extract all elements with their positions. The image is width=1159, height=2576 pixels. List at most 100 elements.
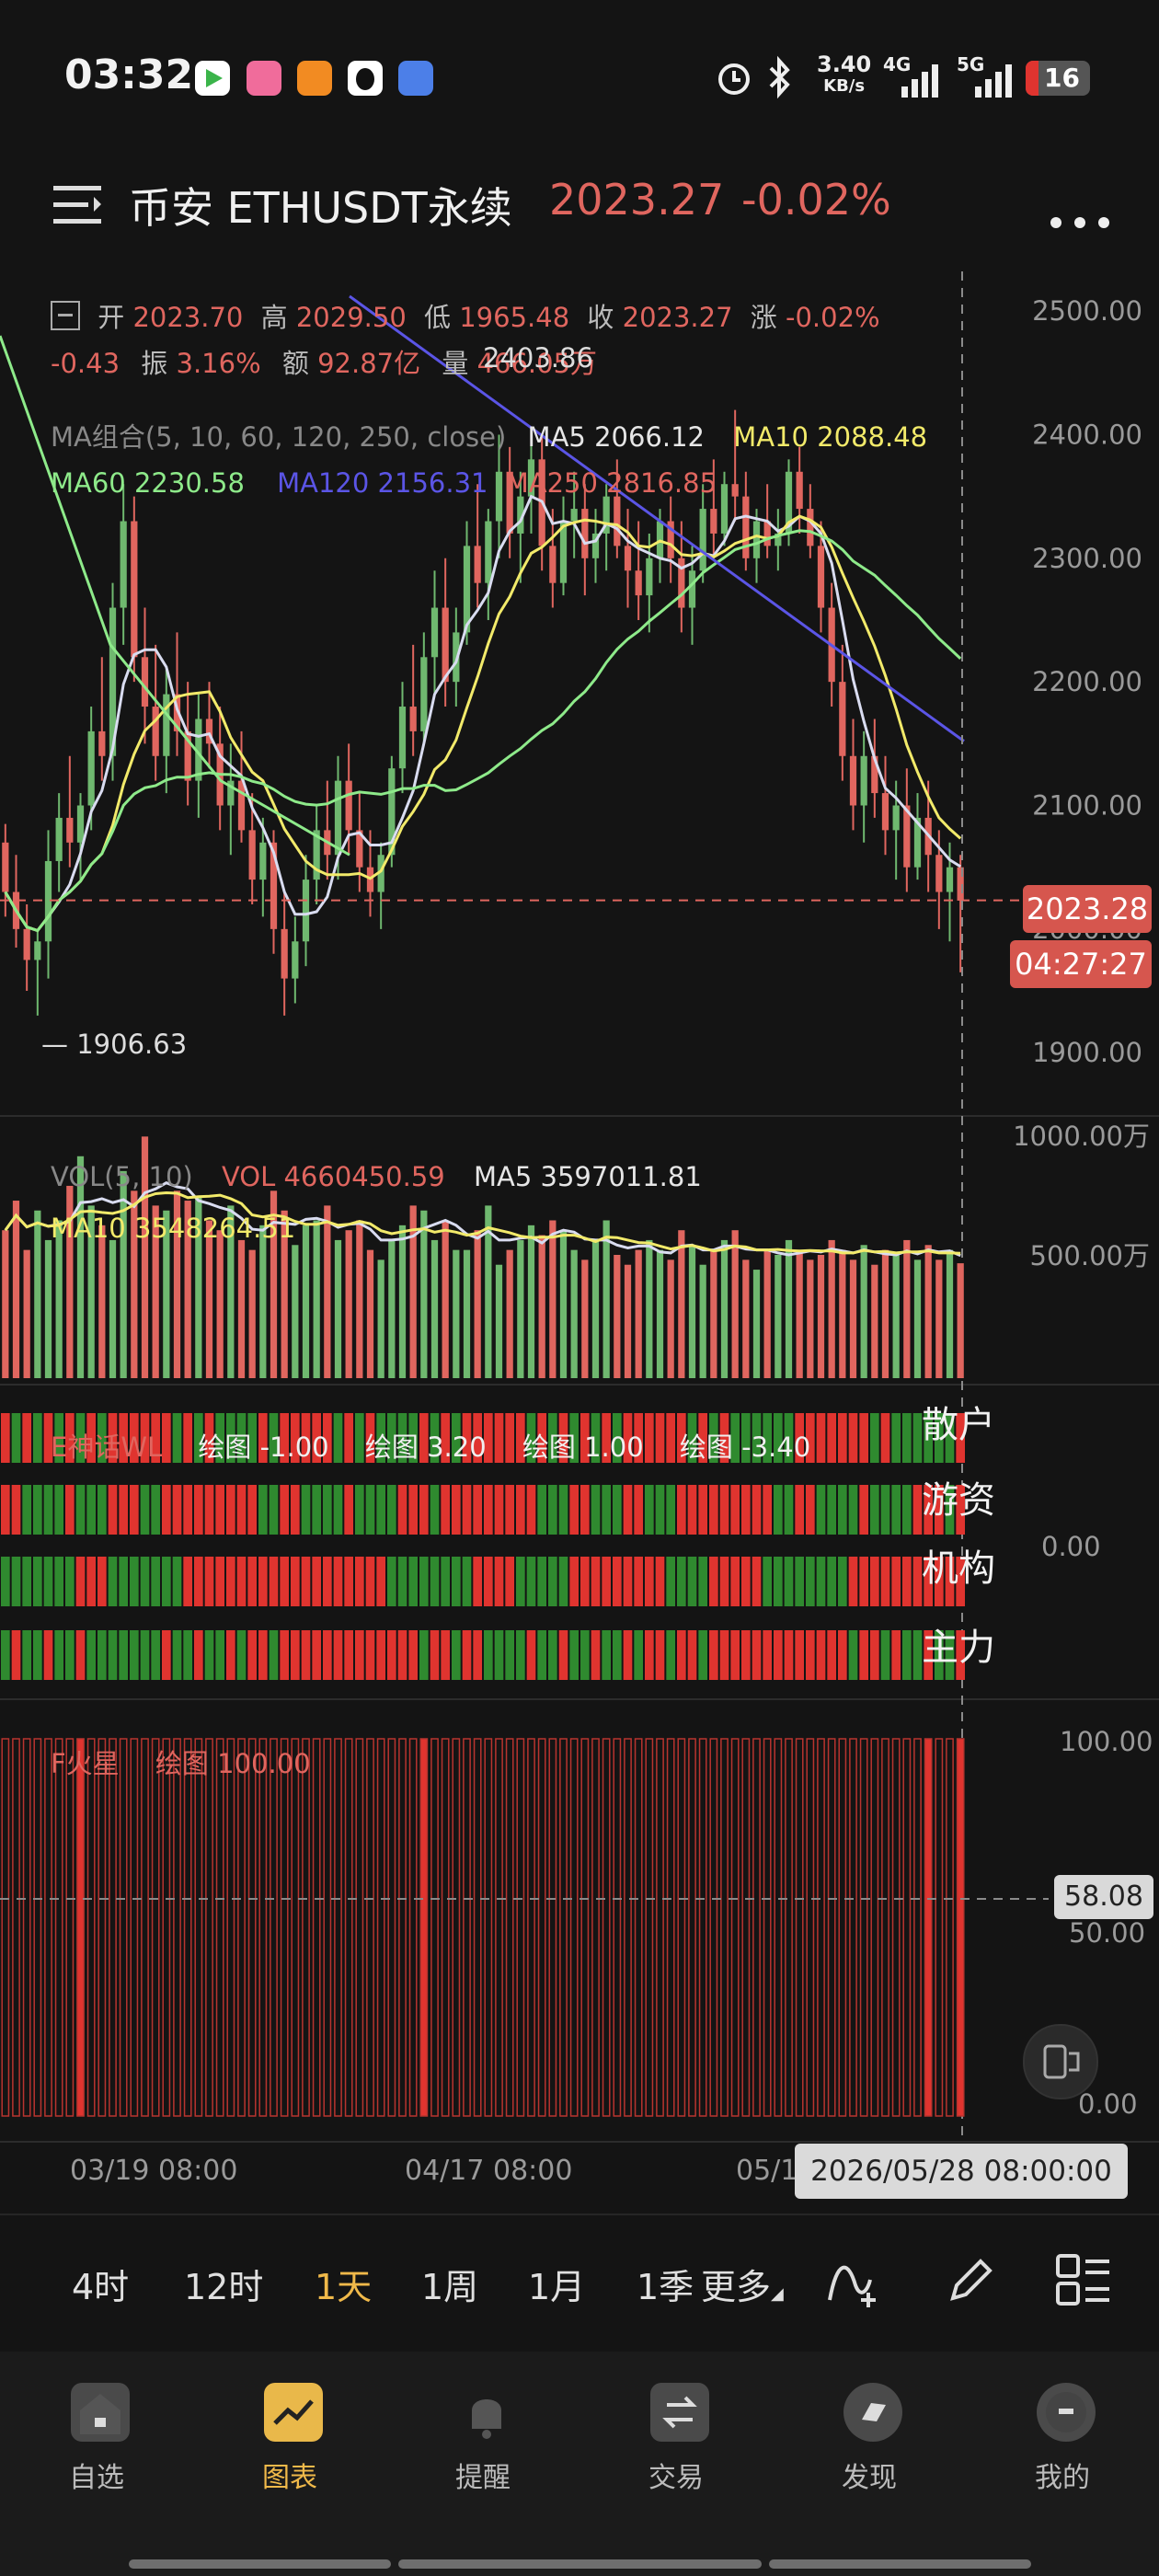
tab-more[interactable]: 更多◢ xyxy=(701,2259,784,2309)
indicator-e-bar xyxy=(387,1630,396,1680)
nav-profile[interactable]: 我的 xyxy=(1007,2383,1118,2495)
volume-bar xyxy=(474,1230,481,1378)
volume-bar xyxy=(796,1249,803,1378)
indicator-e-bar xyxy=(151,1630,160,1680)
volume-bar xyxy=(614,1255,621,1378)
candle xyxy=(946,867,954,892)
indicator-e-bar xyxy=(312,1630,321,1680)
indicator-e-bar xyxy=(1,1630,10,1680)
candle xyxy=(549,546,557,583)
indicator-e-bar xyxy=(655,1630,665,1680)
volume-bar xyxy=(237,1239,246,1378)
indicator-f-bar xyxy=(838,1738,847,2117)
indicator-f-bar xyxy=(1,1738,10,2117)
menu-icon[interactable] xyxy=(53,184,101,226)
row-label-main-force: 主力 xyxy=(922,1627,995,1669)
indicator-e-bar xyxy=(312,1557,321,1606)
volume-bar xyxy=(913,1259,922,1378)
indicator-e-bar xyxy=(408,1630,418,1680)
indicator-e-bar xyxy=(280,1557,289,1606)
indicator-e-bar xyxy=(452,1557,461,1606)
volume-bar xyxy=(710,1249,717,1378)
low-annotation: — 1906.63 xyxy=(41,1029,188,1060)
indicator-e-bar xyxy=(494,1630,504,1680)
indicator-e-bar xyxy=(827,1413,836,1463)
indicator-e-bar xyxy=(215,1485,224,1535)
candle xyxy=(839,682,846,756)
qq-icon xyxy=(348,61,383,96)
media-app-icon xyxy=(195,61,230,96)
nav-alerts[interactable]: 提醒 xyxy=(428,2383,538,2495)
symbol-title[interactable]: 币安 ETHUSDT永续 xyxy=(129,175,512,236)
indicator-e-bar xyxy=(43,1630,53,1680)
indicator-e-bar xyxy=(333,1630,343,1680)
row-label-institution: 机构 xyxy=(922,1547,995,1590)
volume-bar xyxy=(635,1249,642,1378)
layout-grid-icon[interactable] xyxy=(1056,2254,1111,2313)
volume-bar xyxy=(495,1264,503,1378)
indicator-e-bar xyxy=(891,1413,901,1463)
indicator-e-bar xyxy=(108,1630,118,1680)
draw-pencil-icon[interactable] xyxy=(944,2252,999,2311)
indicator-f-bar xyxy=(859,1738,868,2117)
chart-svg[interactable]: 2500.002400.002300.002200.002100.002000.… xyxy=(0,271,1159,2148)
candle xyxy=(881,793,889,831)
indicator-e-bar xyxy=(365,1485,375,1535)
nav-discover[interactable]: 发现 xyxy=(814,2383,924,2495)
indicator-e-bar xyxy=(194,1630,203,1680)
volume-bar xyxy=(366,1249,374,1378)
candle xyxy=(2,842,9,892)
tab-1w[interactable]: 1周 xyxy=(421,2259,478,2309)
volume-bar xyxy=(581,1259,589,1378)
indicator-e-bar xyxy=(902,1485,912,1535)
tab-12h[interactable]: 12时 xyxy=(184,2259,263,2309)
candle xyxy=(935,855,943,892)
candle xyxy=(430,607,439,658)
indicator-e-bar xyxy=(204,1485,214,1535)
indicator-e-bar xyxy=(569,1557,579,1606)
tab-1m[interactable]: 1月 xyxy=(528,2259,585,2309)
indicator-e-bar xyxy=(709,1485,718,1535)
chart-area[interactable]: 2500.002400.002300.002200.002100.002000.… xyxy=(0,271,1159,2148)
indicator-e-bar xyxy=(484,1557,493,1606)
candle xyxy=(44,860,52,942)
nav-watchlist[interactable]: 自选 xyxy=(41,2383,152,2495)
more-icon[interactable] xyxy=(1049,199,1113,241)
tab-4h[interactable]: 4时 xyxy=(72,2259,129,2309)
indicator-e-bar xyxy=(312,1485,321,1535)
tab-1d[interactable]: 1天 xyxy=(315,2259,372,2309)
indicator-e-bar xyxy=(247,1557,257,1606)
indicator-e-bar xyxy=(591,1630,601,1680)
nav-chart[interactable]: 图表 xyxy=(235,2383,345,2495)
indicator-e-bar xyxy=(645,1630,654,1680)
battery-icon: 16 xyxy=(1026,61,1090,96)
indicator-f-bar xyxy=(795,1738,804,2117)
indicator-f-bar xyxy=(827,1738,836,2117)
indicator-e-bar xyxy=(880,1630,890,1680)
indicator-f-bar xyxy=(205,1738,213,2117)
indicator-e-bar xyxy=(891,1557,901,1606)
indicator-e-bar xyxy=(880,1557,890,1606)
indicator-e-bar xyxy=(162,1557,171,1606)
candle xyxy=(292,941,299,979)
tab-1q[interactable]: 1季 xyxy=(637,2259,694,2309)
indicator-e-bar xyxy=(140,1485,150,1535)
volume-bar xyxy=(699,1264,706,1378)
indicator-e-bar xyxy=(194,1557,203,1606)
indicator-e-bar xyxy=(11,1557,21,1606)
indicator-f-bar xyxy=(602,1738,611,2117)
indicator-e-bar xyxy=(226,1485,235,1535)
collapse-icon[interactable] xyxy=(51,301,80,330)
layout-toggle-icon[interactable] xyxy=(1023,2024,1098,2099)
indicator-e-bar xyxy=(806,1485,815,1535)
indicator-f-bar xyxy=(956,1738,965,2117)
volume-axis-label: 1000.00万 xyxy=(1013,1121,1150,1152)
nav-trade[interactable]: 交易 xyxy=(621,2383,731,2495)
indicator-e-bar xyxy=(183,1557,192,1606)
indicator-e-bar xyxy=(408,1485,418,1535)
indicator-add-icon[interactable] xyxy=(826,2252,881,2311)
candle xyxy=(259,842,267,880)
indicator-e-bar xyxy=(22,1413,31,1463)
indicator-f-bar xyxy=(645,1738,654,2117)
ma-legend-line2: MA60 2230.58 MA120 2156.31 MA250 2816.85 xyxy=(51,467,717,499)
